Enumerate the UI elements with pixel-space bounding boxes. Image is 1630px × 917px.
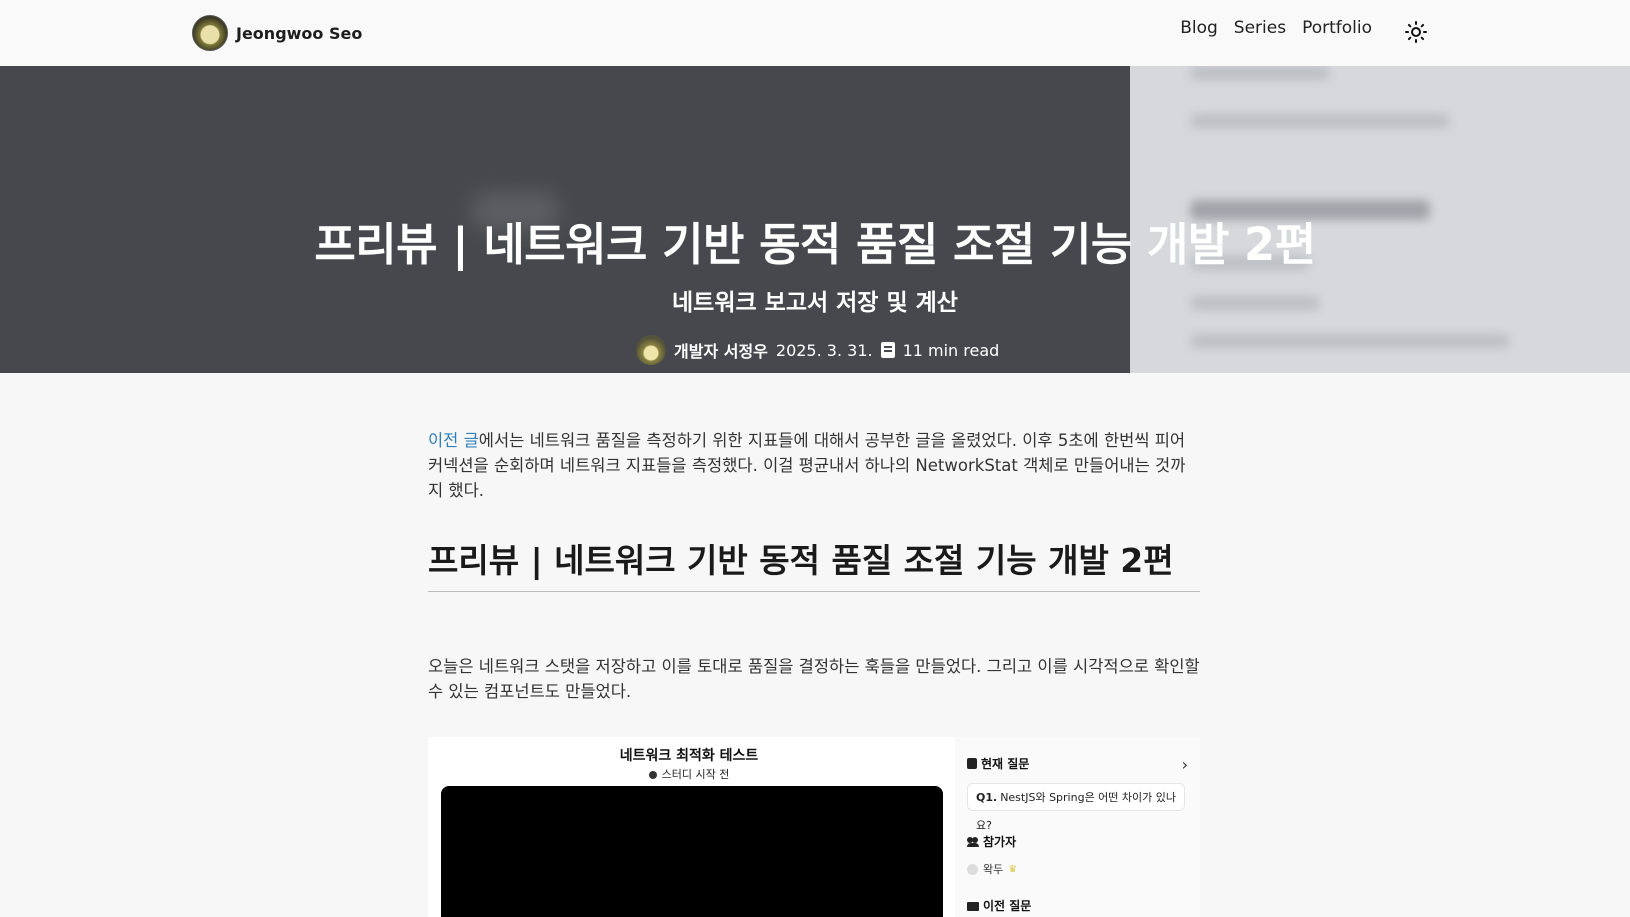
participant-item: 왁두 ♛	[967, 861, 1017, 877]
nav-blog[interactable]: Blog	[1180, 18, 1218, 38]
post-date: 2025. 3. 31.	[775, 340, 873, 360]
question-number: Q1.	[976, 791, 998, 804]
video-area	[441, 786, 943, 917]
figure-status-text: 스터디 시작 전	[661, 768, 730, 781]
nav-portfolio[interactable]: Portfolio	[1302, 18, 1372, 38]
post-meta: 개발자 서정우 2025. 3. 31. 11 min read	[636, 334, 999, 366]
intro-paragraph: 이전 글에서는 네트워크 품질을 측정하기 위한 지표들에 대해서 공부한 글을…	[428, 428, 1200, 503]
intro-text: 에서는 네트워크 품질을 측정하기 위한 지표들에 대해서 공부한 글을 올렸었…	[428, 431, 1186, 500]
figure-title: 네트워크 최적화 테스트	[619, 748, 759, 764]
section-heading: 프리뷰 | 네트워크 기반 동적 품질 조절 기능 개발 2편	[428, 540, 1200, 592]
post-body: 이전 글에서는 네트워크 품질을 측정하기 위한 지표들에 대해서 공부한 글을…	[428, 428, 1200, 701]
status-dot-icon	[648, 771, 657, 779]
sun-icon[interactable]	[1404, 20, 1428, 44]
participant-status-dot	[967, 863, 978, 875]
body-paragraph: 오늘은 네트워크 스탯을 저장하고 이를 토대로 품질을 결정하는 훅들을 만들…	[428, 657, 1200, 701]
previous-questions-heading: 이전 질문	[967, 897, 1031, 914]
figure-status: 스터디 시작 전	[428, 766, 950, 782]
read-time: 11 min read	[902, 340, 1000, 360]
figure-video-panel: 네트워크 최적화 테스트 스터디 시작 전	[428, 737, 950, 917]
participants-label: 참가자	[983, 835, 1017, 849]
post-hero: 프리뷰 | 네트워크 기반 동적 품질 조절 기능 개발 2편 네트워크 보고서…	[0, 66, 1630, 373]
current-question-card[interactable]: Q1. NestJS와 Spring은 어떤 차이가 있나요?	[967, 783, 1185, 832]
clipboard-icon	[967, 758, 977, 769]
users-icon	[967, 836, 979, 847]
chevron-right-icon[interactable]: ›	[1182, 755, 1188, 774]
post-subtitle: 네트워크 보고서 저장 및 계산	[672, 290, 958, 316]
previous-questions-label: 이전 질문	[983, 899, 1032, 913]
main-nav: Blog Series Portfolio	[1180, 18, 1372, 38]
participant-name: 왁두	[983, 863, 1004, 876]
book-icon	[880, 342, 895, 358]
current-question-heading: 현재 질문	[967, 755, 1029, 772]
figure-side-panel: 현재 질문 › Q1. NestJS와 Spring은 어떤 차이가 있나요? 참…	[955, 737, 1200, 917]
top-navbar: Jeongwoo Seo Blog Series Portfolio	[0, 0, 1630, 67]
brand-avatar	[192, 15, 228, 51]
author-avatar	[636, 335, 666, 365]
post-title: 프리뷰 | 네트워크 기반 동적 품질 조절 기능 개발 2편	[314, 218, 1316, 271]
previous-post-link[interactable]: 이전 글	[428, 431, 479, 450]
question-text: NestJS와 Spring은 어떤 차이가 있나요?	[976, 791, 1177, 832]
current-question-label: 현재 질문	[981, 757, 1030, 771]
nav-series[interactable]: Series	[1234, 18, 1286, 38]
article-figure: 네트워크 최적화 테스트 스터디 시작 전 현재 질문 › Q1. NestJS와…	[428, 737, 1200, 917]
brand-home-link[interactable]: Jeongwoo Seo	[192, 15, 362, 51]
crown-icon: ♛	[1008, 863, 1018, 875]
participants-heading: 참가자	[967, 833, 1016, 850]
folder-icon	[967, 902, 979, 911]
author-name[interactable]: 개발자 서정우	[674, 338, 768, 362]
brand-name: Jeongwoo Seo	[236, 23, 363, 43]
